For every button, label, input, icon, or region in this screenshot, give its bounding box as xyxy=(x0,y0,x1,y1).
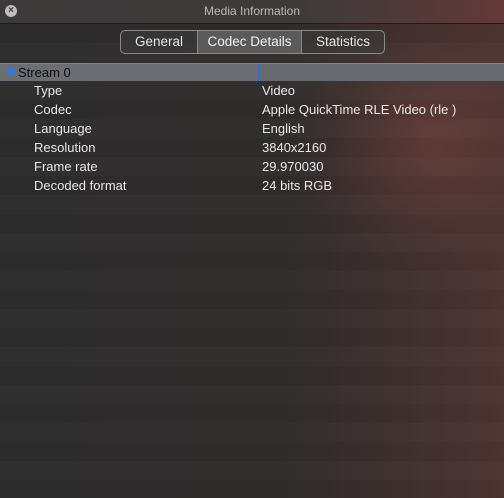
stream-label: Stream 0 xyxy=(18,65,71,80)
stream-value-cell xyxy=(259,64,504,81)
property-value: 3840x2160 xyxy=(262,140,327,155)
tab-bar: General Codec Details Statistics xyxy=(120,30,385,54)
tab-codec-details[interactable]: Codec Details xyxy=(198,31,302,53)
property-value: 24 bits RGB xyxy=(262,178,333,193)
property-label: Type xyxy=(34,83,63,98)
tab-statistics[interactable]: Statistics xyxy=(302,31,384,53)
property-value: Apple QuickTime RLE Video (rle ) xyxy=(262,102,457,117)
property-label: Frame rate xyxy=(34,159,98,174)
tab-general[interactable]: General xyxy=(121,31,198,53)
property-label: Codec xyxy=(34,102,72,117)
property-row: Language English xyxy=(0,119,504,138)
window-title: Media Information xyxy=(203,4,301,18)
stream-row[interactable]: Stream 0 xyxy=(0,63,504,81)
media-information-window: × Media Information General Codec Detail… xyxy=(0,0,504,498)
property-label: Language xyxy=(34,121,92,136)
property-value: Video xyxy=(262,83,296,98)
property-row: Frame rate 29.970030 xyxy=(0,157,504,176)
property-row: Decoded format 24 bits RGB xyxy=(0,176,504,195)
property-label: Decoded format xyxy=(34,178,127,193)
stream-properties: Type Video Codec Apple QuickTime RLE Vid… xyxy=(0,81,504,195)
property-row: Type Video xyxy=(0,81,504,100)
property-value: English xyxy=(262,121,305,136)
content-area: General Codec Details Statistics Stream … xyxy=(0,24,504,498)
disclosure-triangle-icon[interactable] xyxy=(6,68,16,77)
property-row: Resolution 3840x2160 xyxy=(0,138,504,157)
property-value: 29.970030 xyxy=(262,159,324,174)
property-row: Codec Apple QuickTime RLE Video (rle ) xyxy=(0,100,504,119)
property-label: Resolution xyxy=(34,140,96,155)
title-bar: × Media Information xyxy=(0,0,504,24)
